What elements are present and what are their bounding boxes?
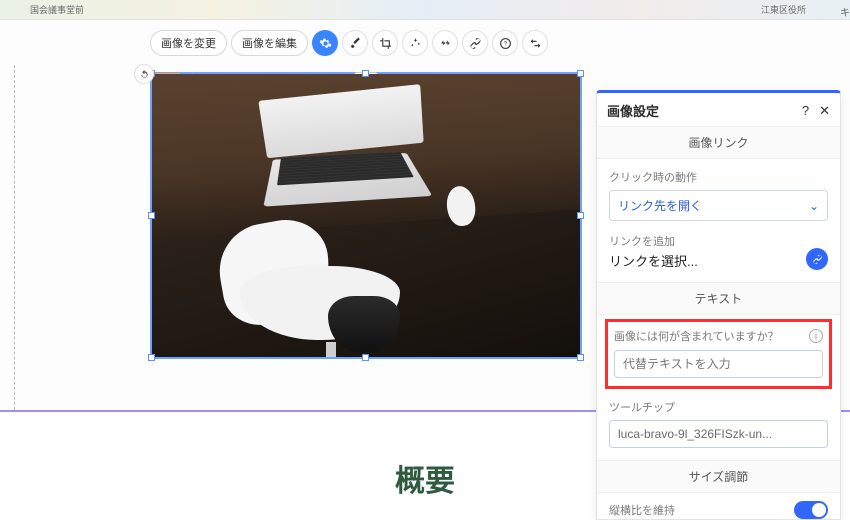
brush-icon xyxy=(349,37,362,50)
reset-element-button[interactable] xyxy=(134,64,154,84)
resize-handle-mb[interactable] xyxy=(362,354,369,361)
image-settings-panel: 画像設定 ? ✕ 画像リンク クリック時の動作 リンク先を開く ⌄ リンクを追加… xyxy=(596,90,841,520)
click-behavior-select[interactable]: リンク先を開く ⌄ xyxy=(609,190,828,221)
alt-text-input[interactable] xyxy=(614,350,823,378)
help-tool-button[interactable]: ? xyxy=(492,30,518,56)
link-icon xyxy=(812,254,823,265)
change-image-button[interactable]: 画像を変更 xyxy=(150,30,227,56)
info-icon[interactable]: i xyxy=(809,329,823,343)
section-heading: 概要 xyxy=(395,456,455,500)
link-action-button[interactable] xyxy=(806,248,828,270)
tooltip-group: ツールチップ xyxy=(597,399,840,460)
add-link-label: リンクを追加 xyxy=(609,233,698,249)
edit-image-button[interactable]: 画像を編集 xyxy=(231,30,308,56)
help-icon: ? xyxy=(499,37,512,50)
link-tool-button[interactable] xyxy=(462,30,488,56)
animation-tool-button[interactable] xyxy=(432,30,458,56)
map-poi-right: 江東区役所 xyxy=(761,3,806,16)
panel-help-button[interactable]: ? xyxy=(802,103,809,119)
resize-handle-br[interactable] xyxy=(577,354,584,361)
alt-text-highlight: 画像には何が含まれていますか？ i xyxy=(605,319,832,389)
chevron-down-icon: ⌄ xyxy=(809,199,819,213)
resize-handle-bl[interactable] xyxy=(148,354,155,361)
add-link-value[interactable]: リンクを選択... xyxy=(609,251,698,270)
cropped-text-right: キ xyxy=(840,4,850,19)
resize-handle-tr[interactable] xyxy=(577,70,584,77)
aspect-ratio-toggle[interactable] xyxy=(794,501,828,519)
swap-tool-button[interactable] xyxy=(522,30,548,56)
crop-tool-button[interactable] xyxy=(372,30,398,56)
svg-text:?: ? xyxy=(503,41,507,47)
click-behavior-value: リンク先を開く xyxy=(618,197,702,214)
image-content xyxy=(152,74,580,357)
layout-guide-left xyxy=(14,65,15,445)
section-size: サイズ調節 xyxy=(597,460,840,493)
aspect-ratio-label: 縦横比を維持 xyxy=(609,502,675,518)
section-image-link: 画像リンク xyxy=(597,126,840,159)
editor-canvas: 画像を変更 画像を編集 ? 画像 #image6 xyxy=(0,20,850,502)
tooltip-label: ツールチップ xyxy=(609,399,828,415)
animation-icon xyxy=(439,37,452,50)
add-link-group: リンクを追加 リンクを選択... xyxy=(597,233,840,282)
aspect-ratio-row: 縦横比を維持 xyxy=(597,493,840,519)
resize-handle-mr[interactable] xyxy=(577,212,584,219)
map-poi-left: 国会議事堂前 xyxy=(30,3,84,16)
panel-header: 画像設定 ? ✕ xyxy=(597,93,840,126)
section-text: テキスト xyxy=(597,282,840,315)
click-behavior-label: クリック時の動作 xyxy=(609,169,828,185)
map-background: 国会議事堂前 江東区役所 xyxy=(0,0,850,20)
click-behavior-group: クリック時の動作 リンク先を開く ⌄ xyxy=(597,159,840,233)
alt-text-label: 画像には何が含まれていますか？ xyxy=(614,328,779,344)
tooltip-input[interactable] xyxy=(609,420,828,448)
resize-handle-ml[interactable] xyxy=(148,212,155,219)
settings-gear-button[interactable] xyxy=(312,30,338,56)
panel-close-button[interactable]: ✕ xyxy=(819,103,830,119)
crop-icon xyxy=(379,37,392,50)
resize-handle-mt[interactable] xyxy=(362,70,369,77)
refresh-icon xyxy=(139,69,150,80)
image-toolbar: 画像を変更 画像を編集 ? xyxy=(150,30,548,56)
brush-tool-button[interactable] xyxy=(342,30,368,56)
panel-title: 画像設定 xyxy=(607,101,659,120)
sparkle-icon xyxy=(409,37,422,50)
swap-icon xyxy=(529,37,542,50)
gear-icon xyxy=(319,37,332,50)
link-icon xyxy=(469,37,482,50)
magic-tool-button[interactable] xyxy=(402,30,428,56)
selected-image-frame[interactable]: 画像 #image6 xyxy=(150,72,582,359)
